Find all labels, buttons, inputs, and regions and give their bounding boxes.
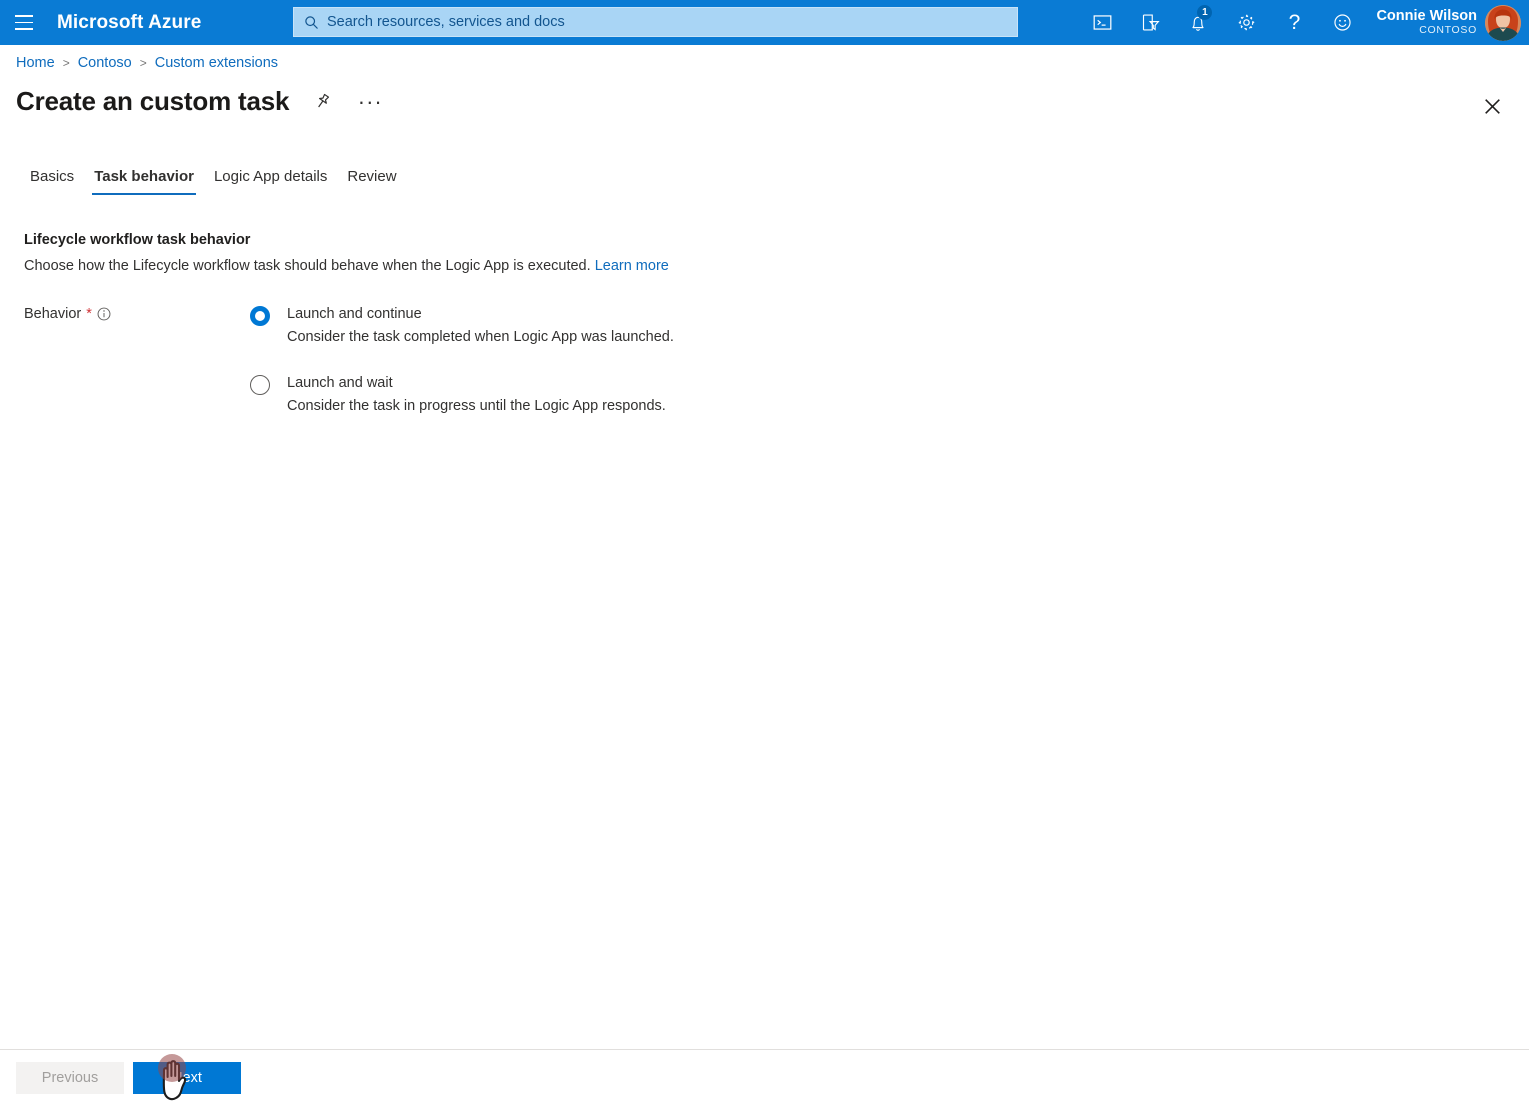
radio-description-launch-and-wait: Consider the task in progress until the … (287, 396, 666, 418)
wizard-tab-list: Basics Task behavior Logic App details R… (20, 162, 407, 195)
radio-button-launch-and-continue[interactable] (250, 306, 270, 326)
ellipsis-icon: ··· (358, 97, 383, 107)
behavior-field-label: Behavior * (24, 306, 111, 322)
user-display-name: Connie Wilson (1376, 9, 1477, 25)
top-bar-icon-group: 1 ? Connie Wilson CONTOSO (1078, 0, 1529, 45)
radio-label-launch-and-continue: Launch and continue (287, 304, 674, 325)
radio-description-launch-and-continue: Consider the task completed when Logic A… (287, 327, 674, 349)
breadcrumb-separator: > (140, 56, 147, 70)
radio-option-texts: Launch and wait Consider the task in pro… (287, 373, 666, 418)
radio-option-launch-and-wait[interactable]: Launch and wait Consider the task in pro… (250, 373, 674, 418)
global-search-input[interactable]: Search resources, services and docs (293, 7, 1018, 37)
hamburger-menu-icon[interactable] (0, 0, 48, 45)
radio-button-launch-and-wait[interactable] (250, 375, 270, 395)
learn-more-link[interactable]: Learn more (595, 258, 669, 274)
close-blade-button[interactable] (1477, 91, 1507, 121)
behavior-label-text: Behavior (24, 306, 81, 322)
user-account-text: Connie Wilson CONTOSO (1376, 9, 1477, 36)
required-asterisk: * (86, 306, 92, 322)
breadcrumb: Home > Contoso > Custom extensions (16, 55, 278, 71)
previous-button[interactable]: Previous (16, 1062, 124, 1094)
breadcrumb-item-custom-extensions[interactable]: Custom extensions (155, 55, 278, 71)
cloud-shell-icon[interactable] (1078, 0, 1126, 45)
section-heading: Lifecycle workflow task behavior (24, 232, 250, 248)
directories-filter-icon[interactable] (1126, 0, 1174, 45)
tab-basics[interactable]: Basics (20, 162, 84, 195)
pin-icon[interactable] (307, 87, 337, 117)
help-question-icon[interactable]: ? (1270, 0, 1318, 45)
radio-option-texts: Launch and continue Consider the task co… (287, 304, 674, 349)
breadcrumb-separator: > (63, 56, 70, 70)
behavior-radio-group: Launch and continue Consider the task co… (250, 304, 674, 442)
global-search-placeholder: Search resources, services and docs (327, 14, 565, 30)
radio-option-launch-and-continue[interactable]: Launch and continue Consider the task co… (250, 304, 674, 349)
user-tenant-name: CONTOSO (1376, 25, 1477, 36)
tab-logic-app-details[interactable]: Logic App details (204, 162, 337, 195)
blade-title-row: Create an custom task ··· (16, 86, 385, 117)
search-icon (304, 15, 319, 30)
breadcrumb-item-home[interactable]: Home (16, 55, 55, 71)
notification-count-badge: 1 (1197, 5, 1212, 20)
tab-task-behavior[interactable]: Task behavior (84, 162, 204, 195)
section-description-row: Choose how the Lifecycle workflow task s… (24, 258, 669, 274)
radio-label-launch-and-wait: Launch and wait (287, 373, 666, 394)
page-title: Create an custom task (16, 86, 289, 117)
blade-more-menu-icon[interactable]: ··· (355, 87, 385, 117)
user-account-menu[interactable]: Connie Wilson CONTOSO (1366, 0, 1529, 45)
azure-brand-label[interactable]: Microsoft Azure (57, 12, 201, 34)
azure-top-navigation-bar: Microsoft Azure Search resources, servic… (0, 0, 1529, 45)
wizard-footer: Previous Next (0, 1049, 1529, 1106)
breadcrumb-item-contoso[interactable]: Contoso (78, 55, 132, 71)
section-description: Choose how the Lifecycle workflow task s… (24, 258, 591, 274)
avatar-image (1485, 5, 1521, 41)
close-icon (1484, 98, 1501, 115)
tab-review[interactable]: Review (337, 162, 406, 195)
feedback-smiley-icon[interactable] (1318, 0, 1366, 45)
next-button[interactable]: Next (133, 1062, 241, 1094)
info-icon[interactable] (97, 307, 111, 321)
settings-gear-icon[interactable] (1222, 0, 1270, 45)
notifications-bell-icon[interactable]: 1 (1174, 0, 1222, 45)
user-avatar[interactable] (1485, 5, 1521, 41)
